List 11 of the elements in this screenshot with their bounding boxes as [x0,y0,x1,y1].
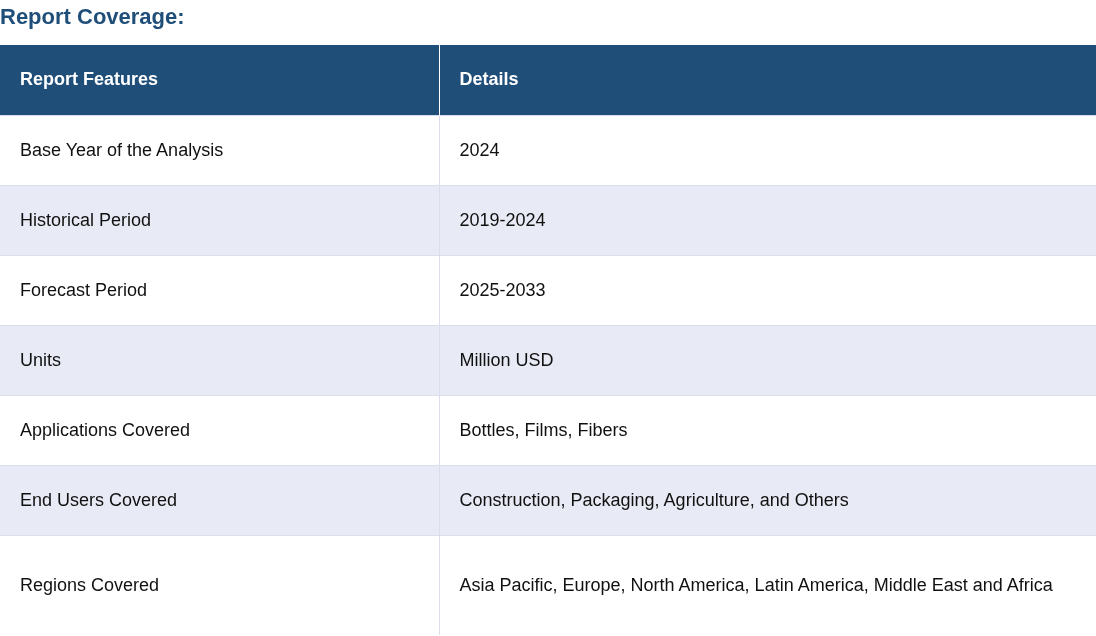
table-cell: Units [0,325,439,395]
table-cell: Million USD [439,325,1096,395]
table-cell: 2019-2024 [439,185,1096,255]
table-cell: Historical Period [0,185,439,255]
column-header: Details [439,45,1096,115]
table-cell: Asia Pacific, Europe, North America, Latin America, Middle East and Africa [439,535,1096,635]
table-cell: Regions Covered [0,535,439,635]
column-header: Report Features [0,45,439,115]
table-cell: Construction, Packaging, Agriculture, and Others [439,465,1096,535]
table-cell: End Users Covered [0,465,439,535]
section-heading: Report Coverage: [0,3,185,31]
